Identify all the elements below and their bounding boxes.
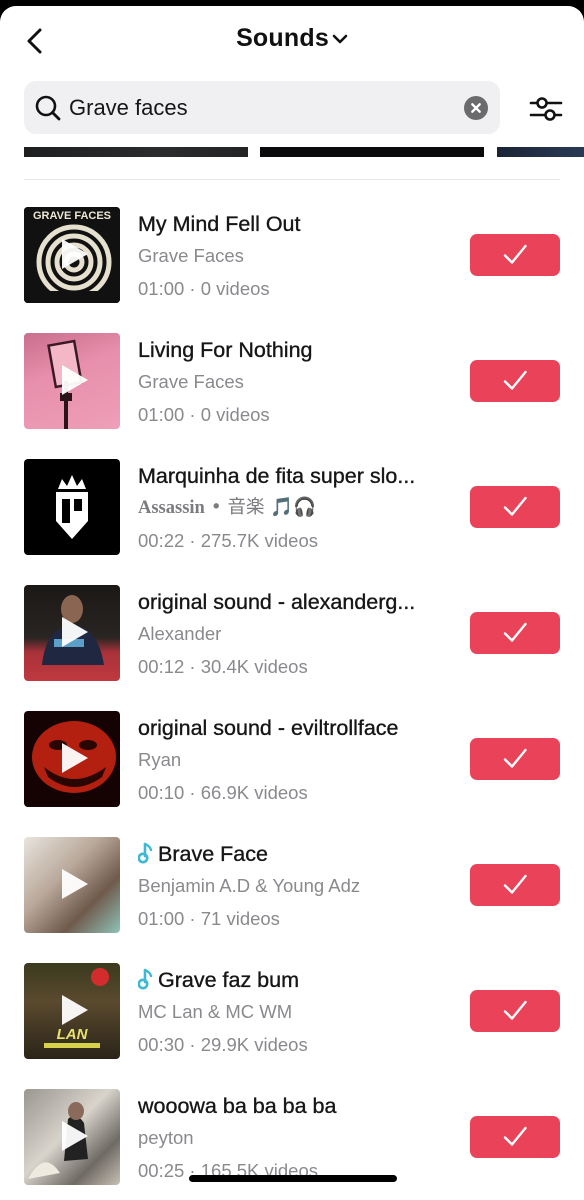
- sound-info: Marquinha de fita super slo... Assassin …: [138, 461, 448, 554]
- sound-meta: 00:12 · 30.4K videos: [138, 656, 308, 677]
- cover-art: [56, 475, 88, 539]
- sound-title-text: Brave Face: [158, 842, 268, 866]
- select-sound-button[interactable]: [470, 1116, 560, 1158]
- play-icon: [62, 995, 88, 1025]
- sound-row[interactable]: wooowa ba ba ba ba peyton 00:25 · 165.5K…: [0, 1089, 584, 1189]
- sound-info: Brave Face Benjamin A.D & Young Adz 01:0…: [138, 839, 448, 932]
- sound-artist: Alexander: [138, 623, 222, 644]
- sound-meta: 00:22 · 275.7K videos: [138, 530, 318, 551]
- select-sound-button[interactable]: [470, 612, 560, 654]
- play-icon: [62, 1121, 88, 1151]
- search-icon: [35, 95, 61, 121]
- clear-search-button[interactable]: [464, 96, 488, 120]
- checkmark-icon: [503, 496, 527, 516]
- title-dropdown[interactable]: Sounds: [0, 24, 584, 53]
- sound-cover[interactable]: [24, 711, 120, 807]
- select-sound-button[interactable]: [470, 738, 560, 780]
- sound-cover[interactable]: GRAVE FACES: [24, 207, 120, 303]
- video-preview-thumbnail[interactable]: [24, 147, 248, 157]
- sound-cover[interactable]: [24, 837, 120, 933]
- select-sound-button[interactable]: [470, 360, 560, 402]
- sound-meta: 01:00 · 71 videos: [138, 908, 280, 929]
- sound-cover[interactable]: [24, 1089, 120, 1185]
- sound-artist: Ryan: [138, 749, 182, 770]
- music-note-icon: [138, 842, 153, 864]
- sound-row[interactable]: original sound - alexanderg... Alexander…: [0, 585, 584, 685]
- checkmark-icon: [503, 370, 527, 390]
- sound-meta: 00:30 · 29.9K videos: [138, 1034, 308, 1055]
- header: Sounds: [0, 6, 584, 76]
- sound-title: Grave faz bum: [138, 965, 448, 995]
- checkmark-icon: [503, 748, 527, 768]
- sound-row[interactable]: Marquinha de fita super slo... Assassin …: [0, 459, 584, 559]
- video-preview-thumbnail[interactable]: [497, 147, 584, 157]
- play-icon: [62, 869, 88, 899]
- sound-title-text: Grave faz bum: [158, 968, 299, 992]
- sound-artist: Grave Faces: [138, 371, 244, 392]
- select-sound-button[interactable]: [470, 990, 560, 1032]
- sound-info: original sound - alexanderg... Alexander…: [138, 587, 448, 680]
- svg-text:GRAVE FACES: GRAVE FACES: [33, 210, 111, 222]
- select-sound-button[interactable]: [470, 234, 560, 276]
- sound-title: original sound - eviltrollface: [138, 716, 399, 740]
- checkmark-icon: [503, 1126, 527, 1146]
- checkmark-icon: [503, 622, 527, 642]
- play-icon: [62, 239, 88, 269]
- sound-meta: 00:10 · 66.9K videos: [138, 782, 308, 803]
- sound-title: My Mind Fell Out: [138, 212, 301, 236]
- divider: [24, 179, 560, 180]
- chevron-down-icon: [332, 34, 348, 43]
- clear-icon: [471, 103, 481, 113]
- select-sound-button[interactable]: [470, 864, 560, 906]
- sound-row[interactable]: original sound - eviltrollface Ryan 00:1…: [0, 711, 584, 811]
- sound-title: Brave Face: [138, 839, 448, 869]
- play-icon: [62, 617, 88, 647]
- filter-sliders-icon: [529, 97, 563, 121]
- search-bar: [24, 81, 500, 134]
- music-note-icon: [138, 968, 153, 990]
- home-indicator[interactable]: [189, 1175, 397, 1182]
- artist-suffix: • 音楽 🎵🎧: [204, 497, 317, 518]
- sound-artist: Grave Faces: [138, 245, 244, 266]
- sound-cover[interactable]: [24, 459, 120, 555]
- video-preview-thumbnail[interactable]: [260, 147, 484, 157]
- sound-title: wooowa ba ba ba ba: [138, 1094, 337, 1118]
- sound-artist: Benjamin A.D & Young Adz: [138, 875, 361, 896]
- sound-title: Living For Nothing: [138, 338, 313, 362]
- filter-button[interactable]: [528, 94, 564, 124]
- sound-row[interactable]: Living For Nothing Grave Faces 01:00 · 0…: [0, 333, 584, 433]
- page-title: Sounds: [236, 24, 329, 52]
- checkmark-icon: [503, 1000, 527, 1020]
- select-sound-button[interactable]: [470, 486, 560, 528]
- sound-cover[interactable]: [24, 585, 120, 681]
- checkmark-icon: [503, 244, 527, 264]
- play-icon: [62, 365, 88, 395]
- sound-info: original sound - eviltrollface Ryan 00:1…: [138, 713, 448, 806]
- search-input[interactable]: [69, 81, 459, 134]
- sounds-sheet: Sounds Grave faces GRAVE FACES My Mind F…: [0, 6, 584, 1200]
- sound-artist: peyton: [138, 1127, 194, 1148]
- sound-info: My Mind Fell Out Grave Faces 01:00 · 0 v…: [138, 209, 448, 302]
- artist-name: Assassin: [138, 498, 205, 518]
- svg-text:LAN: LAN: [57, 1026, 89, 1043]
- checkmark-icon: [503, 874, 527, 894]
- sound-artist: Assassin • 音楽 🎵🎧: [138, 495, 448, 521]
- sound-info: wooowa ba ba ba ba peyton 00:25 · 165.5K…: [138, 1091, 448, 1184]
- sound-row[interactable]: LAN Grave faz bum MC Lan & MC WM 00:30 ·…: [0, 963, 584, 1063]
- sound-artist: MC Lan & MC WM: [138, 1001, 293, 1022]
- sound-row[interactable]: GRAVE FACES My Mind Fell Out Grave Faces…: [0, 207, 584, 307]
- sound-cover[interactable]: [24, 333, 120, 429]
- sound-title: Marquinha de fita super slo...: [138, 464, 416, 488]
- sound-info: Living For Nothing Grave Faces 01:00 · 0…: [138, 335, 448, 428]
- sound-meta: 01:00 · 0 videos: [138, 278, 270, 299]
- sound-title: original sound - alexanderg...: [138, 590, 416, 614]
- sound-meta: 01:00 · 0 videos: [138, 404, 270, 425]
- sound-info: Grave faz bum MC Lan & MC WM 00:30 · 29.…: [138, 965, 448, 1058]
- play-icon: [62, 743, 88, 773]
- sound-row[interactable]: Brave Face Benjamin A.D & Young Adz 01:0…: [0, 837, 584, 937]
- sound-cover[interactable]: LAN: [24, 963, 120, 1059]
